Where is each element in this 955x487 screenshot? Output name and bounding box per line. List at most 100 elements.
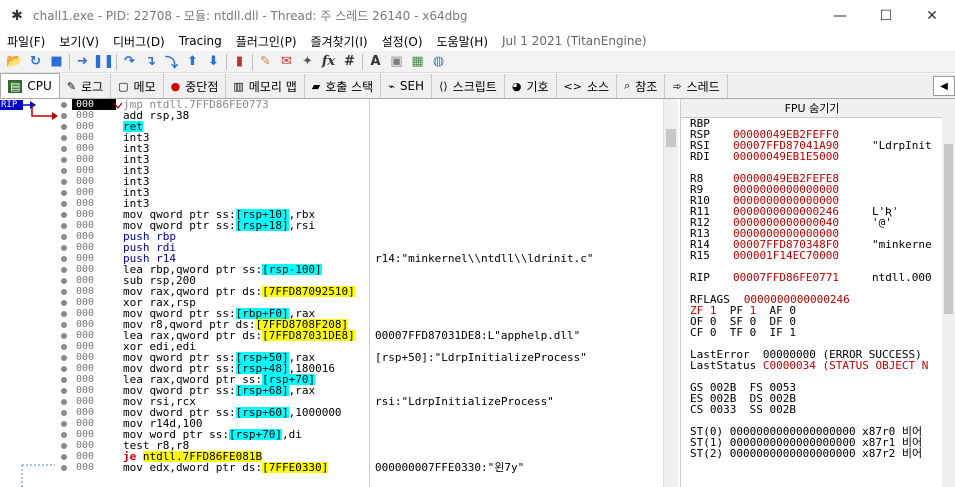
instruction-row[interactable]: sub rsp,200 [116,275,369,286]
register-line[interactable]: R8 00000049EB2FEFE8 [690,173,942,184]
register-line[interactable] [690,283,942,294]
breakpoint-dot-icon[interactable] [58,462,70,473]
instruction-row[interactable]: mov r14d,100 [116,418,369,429]
instruction-row[interactable]: push r14 [116,253,369,264]
tab-script[interactable]: ⟨⟩ 스크립트 [432,74,505,98]
breakpoint-dot-icon[interactable] [58,330,70,341]
tab-seh[interactable]: ⌁ SEH [381,74,433,98]
disassembly-scrollbar[interactable] [663,99,678,487]
register-line[interactable]: ZF 1 PF 1 AF 0 [690,305,942,316]
breakpoint-dot-icon[interactable] [58,275,70,286]
register-line[interactable]: R13 0000000000000000 [690,228,942,239]
breakpoint-dot-icon[interactable] [58,429,70,440]
menu-item-5[interactable]: 즐겨찾기(I) [304,33,375,50]
instruction-row[interactable]: jmp ntdll.7FFD86FE0773 [116,99,369,110]
instruction-row[interactable]: int3 [116,132,369,143]
breakpoint-dot-icon[interactable] [58,286,70,297]
run-to-user-icon[interactable]: ⬆ [182,52,203,72]
register-line[interactable]: R9 0000000000000000 [690,184,942,195]
instruction-row[interactable]: int3 [116,176,369,187]
register-value[interactable]: 00007FFD86FE0771 [733,272,839,283]
fpu-toggle-button[interactable]: FPU 숨기기 [681,99,942,118]
register-line[interactable]: R11 0000000000000246 L'Ʀ' [690,206,942,217]
instruction-row[interactable]: push rdi [116,242,369,253]
instruction-row[interactable]: mov qword ptr ss:[rsp+50],rax [116,352,369,363]
instruction-row[interactable]: mov word ptr ss:[rsp+70],di [116,429,369,440]
pause-icon[interactable]: ❚❚ [93,52,115,72]
register-line[interactable]: CF 0 TF 0 IF 1 [690,327,942,338]
menu-item-7[interactable]: 도움말(H) [430,33,496,50]
register-line[interactable] [690,261,942,272]
patch-icon[interactable]: ✎ [255,52,276,72]
step-into-icon[interactable]: ↷ [119,52,140,72]
tab-references[interactable]: ⌕ 참조 [617,74,666,98]
comment-icon[interactable]: ✉ [276,52,297,72]
instruction-row[interactable]: int3 [116,165,369,176]
register-value[interactable]: 00000049EB1E5000 [733,151,839,162]
instruction-row[interactable]: xor edi,edi [116,341,369,352]
instruction-row[interactable]: lea rax,qword ptr ds:[7FFD87031DE8] [116,330,369,341]
register-line[interactable] [690,338,942,349]
instruction-row[interactable]: mov qword ptr ss:[rsp+68],rax [116,385,369,396]
register-line[interactable]: R14 00007FFD870348F0 "minkerne [690,239,942,250]
register-line[interactable]: CS 0033 SS 002B [690,404,942,415]
register-value[interactable]: 0000000000000246 [733,206,839,217]
register-line[interactable]: R10 0000000000000000 [690,195,942,206]
breakpoint-dot-icon[interactable] [58,407,70,418]
breakpoint-dot-icon[interactable] [58,374,70,385]
instruction-row[interactable]: add rsp,38 [116,110,369,121]
instruction-row[interactable]: int3 [116,187,369,198]
register-line[interactable]: ES 002B DS 002B [690,393,942,404]
register-value[interactable]: 0000000000000246 [744,294,850,305]
register-line[interactable]: RBP [690,118,942,129]
instruction-row[interactable]: int3 [116,154,369,165]
breakpoint-dot-icon[interactable] [58,220,70,231]
hash-icon[interactable]: # [339,52,360,72]
register-line[interactable]: R12 0000000000000040 '@' [690,217,942,228]
instruction-row[interactable]: xor rax,rsp [116,297,369,308]
label-icon[interactable]: ✦ [297,52,318,72]
register-line[interactable]: GS 002B FS 0053 [690,382,942,393]
breakpoint-dot-icon[interactable] [58,110,70,121]
trace-into-icon[interactable]: ⤵ [161,52,182,72]
execute-till-return-icon[interactable]: ⬇ [203,52,224,72]
instruction-row[interactable]: mov rax,qword ptr ds:[7FFD87092510] [116,286,369,297]
instruction-row[interactable]: lea rbp,qword ptr ss:[rsp-100] [116,264,369,275]
breakpoint-dot-icon[interactable] [58,132,70,143]
breakpoint-dot-icon[interactable] [58,396,70,407]
stop-icon[interactable]: ■ [46,52,67,72]
minimize-button[interactable]: — [817,0,863,31]
breakpoint-dot-icon[interactable] [58,187,70,198]
breakpoint-dot-icon[interactable] [58,297,70,308]
instruction-row[interactable]: je ntdll.7FFD86FE081B [116,451,369,462]
breakpoint-dot-icon[interactable] [58,341,70,352]
breakpoint-dot-icon[interactable] [58,209,70,220]
instruction-row[interactable]: mov rsi,rcx [116,396,369,407]
register-line[interactable]: ST(0) 0000000000000000000 x87r0 비어 [690,426,942,437]
register-line[interactable]: RDI 00000049EB1E5000 [690,151,942,162]
tab-scroll-left-icon[interactable]: ◀ [933,76,955,96]
breakpoint-dot-icon[interactable] [58,198,70,209]
step-over-icon[interactable]: ↴ [140,52,161,72]
breakpoint-dot-icon[interactable] [58,319,70,330]
register-line[interactable]: ST(2) 0000000000000000000 x87r2 비어 [690,448,942,459]
menu-item-1[interactable]: 보기(V) [52,33,106,50]
font-a-icon[interactable]: A [365,52,386,72]
menu-item-4[interactable]: 플러그인(P) [229,33,304,50]
scrollbar-thumb[interactable] [944,144,953,314]
register-value[interactable]: 00000049EB2FEFF0 [733,129,839,140]
breakpoint-dot-icon[interactable] [58,176,70,187]
globe-icon[interactable]: ◍ [428,52,449,72]
menu-item-6[interactable]: 설정(O) [375,33,430,50]
instruction-row[interactable]: mov qword ptr ss:[rbp+F0],rax [116,308,369,319]
instruction-row[interactable]: mov edx,dword ptr ds:[7FFE0330] [116,462,369,473]
breakpoint-list-icon[interactable]: ▮ [229,52,250,72]
instruction-row[interactable]: test r8,r8 [116,440,369,451]
tab-symbols[interactable]: ◕ 기호 [504,74,557,98]
breakpoint-dot-icon[interactable] [58,121,70,132]
register-value[interactable]: 00007FFD87041A90 [733,140,839,151]
tab-notes[interactable]: ▢ 메모 [111,74,164,98]
menu-item-0[interactable]: 파일(F) [0,33,52,50]
run-icon[interactable]: ➜ [72,52,93,72]
breakpoint-dot-icon[interactable] [58,385,70,396]
